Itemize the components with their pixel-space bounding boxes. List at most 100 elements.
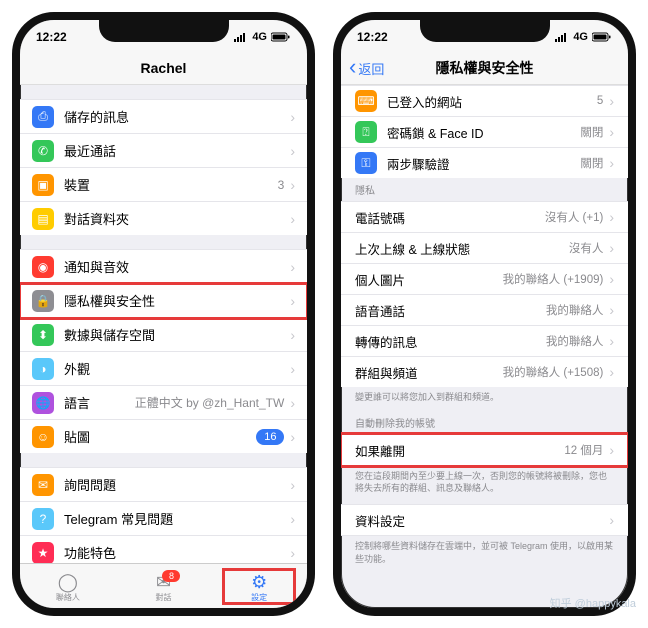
faq-icon: ?: [32, 508, 54, 530]
row-detail: 沒有人 (+1): [545, 209, 603, 225]
chevron-right-icon: ›: [290, 293, 295, 309]
settings-row[interactable]: ⌨已登入的網站5›: [341, 85, 628, 117]
row-label: 語音通話: [355, 301, 546, 320]
folder-icon: ▤: [32, 208, 54, 230]
key-icon: ⚿: [355, 152, 377, 174]
chevron-right-icon: ›: [609, 512, 614, 528]
row-detail: 沒有人: [569, 240, 604, 256]
privacy-row[interactable]: 語音通話我的聯絡人 ›: [341, 295, 628, 326]
privacy-row[interactable]: 上次上線 & 上線狀態沒有人 ›: [341, 233, 628, 264]
appearance-icon: ◑: [32, 358, 54, 380]
chevron-right-icon: ›: [609, 302, 614, 318]
row-label: 上次上線 & 上線狀態: [355, 239, 569, 258]
row-label: 裝置: [64, 175, 278, 194]
settings-row[interactable]: 🔒 隱私權與安全性›: [20, 284, 307, 318]
chevron-right-icon: ›: [290, 143, 295, 159]
chevron-right-icon: ›: [290, 477, 295, 493]
gear-icon: ⚙: [251, 573, 267, 591]
chevron-right-icon: ›: [290, 429, 295, 445]
settings-row[interactable]: ✆最近通話›: [20, 134, 307, 168]
settings-row[interactable]: ◉通知與音效›: [20, 249, 307, 284]
settings-list[interactable]: ⎙儲存的訊息›✆最近通話›▣裝置3›▤對話資料夾›◉通知與音效›🔒隱私權與安全性…: [20, 85, 307, 567]
back-button[interactable]: 返回: [349, 59, 384, 78]
watermark: 知乎 @happykala: [550, 595, 636, 611]
web-icon: ⌨: [355, 90, 377, 112]
privacy-row[interactable]: 群組與頻道我的聯絡人 (+1508)›: [341, 357, 628, 387]
settings-row[interactable]: ◑外觀›: [20, 352, 307, 386]
settings-row[interactable]: ⬍ 數據與儲存空間›: [20, 318, 307, 352]
section-footer-delete: 您在這段期間內至少要上線一次，否則您的帳號將被刪除，您也將失去所有的群組、訊息及…: [341, 466, 628, 496]
phone-right: 12:22 4G 返回 隱私權與安全性 ⌨已登入的網站5›⍰密碼鎖 & Face…: [333, 12, 636, 616]
settings-row[interactable]: ☺貼圖16›: [20, 420, 307, 453]
tab-label: 聯絡人: [56, 592, 80, 603]
language-icon: 🌐: [32, 392, 54, 414]
chevron-right-icon: ›: [609, 271, 614, 287]
signal-icon: [555, 32, 569, 42]
section-footer-privacy: 變更誰可以將您加入到群組和頻道。: [341, 387, 628, 405]
section-header-delete: 自動刪除我的帳號: [341, 411, 628, 434]
chevron-right-icon: ›: [609, 124, 614, 140]
settings-row[interactable]: 🌐語言正體中文 by @zh_Hant_TW›: [20, 386, 307, 420]
row-label: 如果離開: [355, 441, 564, 460]
lock-icon: 🔒: [32, 290, 54, 312]
row-detail: 我的聯絡人 (+1909): [503, 271, 604, 287]
settings-row[interactable]: ▤對話資料夾›: [20, 202, 307, 235]
status-time: 12:22: [36, 30, 67, 44]
row-label: 轉傳的訊息: [355, 332, 546, 351]
row-label: 資料設定: [355, 511, 607, 530]
tab-contacts[interactable]: ◯ 聯絡人: [33, 570, 103, 603]
row-label: 數據與儲存空間: [64, 325, 288, 344]
settings-row[interactable]: ⚿ 兩步驟驗證關閉 ›: [341, 148, 628, 178]
chevron-right-icon: ›: [609, 240, 614, 256]
settings-row[interactable]: ▣裝置3›: [20, 168, 307, 202]
settings-row[interactable]: ⍰密碼鎖 & Face ID關閉›: [341, 117, 628, 148]
chevron-right-icon: ›: [609, 155, 614, 171]
privacy-row[interactable]: 轉傳的訊息我的聯絡人›: [341, 326, 628, 357]
row-label: 兩步驟驗證: [387, 154, 580, 173]
settings-row[interactable]: ⎙ 儲存的訊息›: [20, 99, 307, 134]
privacy-row[interactable]: 個人圖片我的聯絡人 (+1909)›: [341, 264, 628, 295]
chevron-right-icon: ›: [290, 545, 295, 561]
features-icon: ★: [32, 542, 54, 564]
sticker-icon: ☺: [32, 426, 54, 448]
chevron-right-icon: ›: [609, 333, 614, 349]
chevron-right-icon: ›: [290, 109, 295, 125]
chevron-right-icon: ›: [290, 361, 295, 377]
chevron-right-icon: ›: [290, 259, 295, 275]
tab-settings[interactable]: ⚙ 設定: [224, 570, 294, 603]
row-label: 功能特色: [64, 543, 288, 562]
chevron-right-icon: ›: [290, 327, 295, 343]
title-bar: 返回 隱私權與安全性: [341, 52, 628, 85]
row-detail: 正體中文 by @zh_Hant_TW: [135, 394, 285, 411]
privacy-row[interactable]: 電話號碼沒有人 (+1)›: [341, 201, 628, 233]
row-label: Telegram 常見問題: [64, 509, 288, 528]
row-detail: 關閉: [580, 124, 603, 140]
section-footer-data: 控制將哪些資料儲存在雲端中，並可被 Telegram 使用，以啟用某些功能。: [341, 536, 628, 566]
bell-icon: ◉: [32, 256, 54, 278]
row-if-away[interactable]: 如果離開 12 個月 ›: [341, 434, 628, 466]
data-icon: ⬍: [32, 324, 54, 346]
settings-row[interactable]: ?Telegram 常見問題›: [20, 502, 307, 536]
chevron-right-icon: ›: [290, 177, 295, 193]
row-detail: 5: [597, 95, 603, 107]
notch: [99, 20, 229, 42]
contacts-icon: ◯: [58, 573, 78, 591]
privacy-list[interactable]: ⌨已登入的網站5›⍰密碼鎖 & Face ID關閉›⚿兩步驟驗證關閉› 隱私 電…: [341, 85, 628, 611]
tab-label: 對話: [155, 592, 171, 603]
row-label: 群組與頻道: [355, 363, 503, 382]
title-bar: Rachel: [20, 52, 307, 85]
row-label: 語言: [64, 393, 135, 412]
row-data-settings[interactable]: 資料設定 ›: [341, 504, 628, 536]
row-badge: 16: [256, 429, 284, 445]
settings-row[interactable]: ✉詢問問題›: [20, 467, 307, 502]
battery-icon: [271, 32, 291, 42]
bookmark-icon: ⎙: [32, 106, 54, 128]
row-detail: 我的聯絡人 (+1508): [503, 364, 604, 380]
chevron-right-icon: ›: [609, 93, 614, 109]
row-label: 儲存的訊息: [64, 107, 288, 126]
tab-chats[interactable]: 8 ✉ 對話: [128, 570, 198, 603]
row-detail: 關閉: [580, 155, 603, 171]
row-detail: 我的聯絡人: [546, 302, 604, 318]
row-label: 隱私權與安全性: [64, 291, 288, 310]
section-header-privacy: 隱私: [341, 178, 628, 201]
